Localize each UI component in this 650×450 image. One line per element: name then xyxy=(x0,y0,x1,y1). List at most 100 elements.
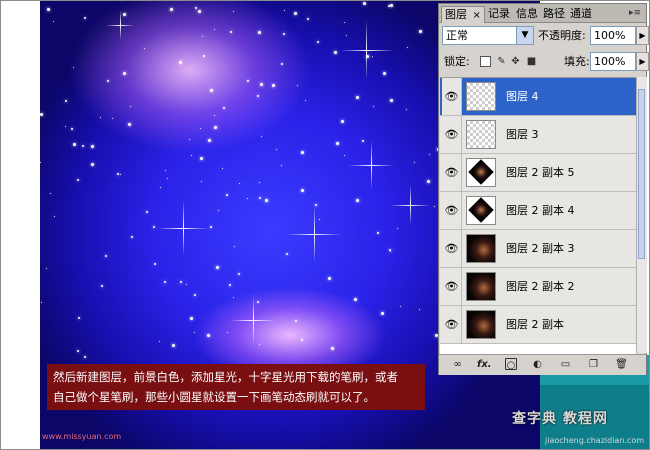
small-star xyxy=(397,228,398,229)
lock-brush-icon[interactable]: ✎ xyxy=(496,56,507,67)
lock-all-icon[interactable]: ■ xyxy=(526,56,537,67)
watermark: 查字典 教程网 xyxy=(512,411,608,427)
small-star xyxy=(294,12,297,15)
small-star xyxy=(419,309,420,310)
tab-info[interactable]: 信息 xyxy=(516,6,538,22)
page-margin xyxy=(1,1,40,449)
lock-transparency-icon[interactable] xyxy=(480,56,491,67)
blend-mode-select[interactable]: 正常 ▼ xyxy=(442,26,534,45)
layer-name: 图层 2 副本 5 xyxy=(506,166,575,179)
eye-icon[interactable]: 👁 xyxy=(442,268,462,305)
adjustment-icon[interactable]: ◐ xyxy=(531,358,544,371)
small-star xyxy=(239,183,240,184)
small-star xyxy=(305,100,306,101)
layer-row[interactable]: 👁 图层 2 副本 4 xyxy=(440,192,636,230)
eye-icon[interactable]: 👁 xyxy=(442,230,462,267)
mask-icon[interactable]: ○ xyxy=(505,358,517,371)
tab-layers[interactable]: 图层 × xyxy=(441,6,485,23)
small-star xyxy=(265,199,268,202)
small-star xyxy=(65,126,66,127)
small-star xyxy=(91,163,94,166)
small-star xyxy=(259,197,261,199)
small-star xyxy=(373,106,374,107)
small-star xyxy=(362,140,364,142)
layer-thumbnail xyxy=(466,196,496,225)
small-star xyxy=(112,118,113,119)
trash-icon[interactable]: 🗑 xyxy=(615,358,628,371)
small-star xyxy=(356,199,359,202)
eye-icon[interactable]: 👁 xyxy=(442,306,462,343)
layer-row[interactable]: 👁 图层 3 xyxy=(440,116,636,154)
small-star xyxy=(389,249,391,251)
layer-row[interactable]: 👁 图层 2 副本 3 xyxy=(440,230,636,268)
small-star xyxy=(281,63,283,65)
opacity-arrow-icon[interactable]: ▶ xyxy=(636,26,649,45)
caption-line: 自己做个星笔刷，那些小圆星就设置一下画笔动态刷就可以了。 xyxy=(53,390,375,404)
small-star xyxy=(73,67,74,68)
chevron-down-icon[interactable]: ▼ xyxy=(516,27,533,44)
tab-layers-label: 图层 xyxy=(445,8,467,21)
new-layer-icon[interactable]: ❐ xyxy=(587,358,600,371)
small-star xyxy=(229,284,231,286)
small-star xyxy=(101,285,103,287)
small-star xyxy=(71,128,73,130)
small-star xyxy=(84,17,86,19)
small-star xyxy=(186,284,187,285)
eye-icon[interactable]: 👁 xyxy=(442,154,462,191)
small-star xyxy=(78,317,80,319)
layer-row[interactable]: 👁 图层 4 xyxy=(440,78,636,116)
tab-channels[interactable]: 通道 xyxy=(570,6,592,22)
small-star xyxy=(259,344,260,345)
layer-list-scrollbar[interactable] xyxy=(636,77,647,353)
eye-icon[interactable]: 👁 xyxy=(442,78,462,115)
small-star xyxy=(203,55,205,57)
small-star xyxy=(223,107,225,109)
small-star xyxy=(180,281,182,283)
small-star xyxy=(207,334,210,337)
layers-panel: 图层 × 记录 信息 路径 通道 ▸≡ 正常 ▼ 不透明度: 100% ▶ 锁定… xyxy=(438,3,649,375)
small-star xyxy=(54,216,55,217)
small-star xyxy=(226,194,228,196)
small-star xyxy=(390,4,393,7)
tab-history[interactable]: 记录 xyxy=(488,6,510,22)
small-star xyxy=(200,128,201,129)
folder-icon[interactable]: ▭ xyxy=(559,358,572,371)
caption-line: 然后新建图层，前景白色，添加星光，十字星光用下载的笔刷，或者 xyxy=(53,370,398,384)
fx-icon[interactable]: fx. xyxy=(477,358,492,371)
link-icon[interactable]: ∞ xyxy=(451,358,464,371)
panel-menu-icon[interactable]: ▸≡ xyxy=(628,7,642,19)
small-star xyxy=(234,246,235,247)
small-star xyxy=(317,41,319,43)
small-star xyxy=(315,204,317,206)
small-star xyxy=(427,180,430,183)
blend-row: 正常 ▼ 不透明度: 100% ▶ xyxy=(442,26,649,48)
small-star xyxy=(218,210,219,211)
site-credit: www.missyuan.com xyxy=(42,432,122,441)
close-icon[interactable]: × xyxy=(473,10,481,21)
small-star xyxy=(356,96,359,99)
small-star xyxy=(198,10,201,13)
fill-input[interactable]: 100% xyxy=(590,52,636,71)
layer-row[interactable]: 👁 图层 2 副本 xyxy=(440,306,636,344)
small-star xyxy=(233,297,234,298)
small-star xyxy=(301,339,303,341)
opacity-input[interactable]: 100% xyxy=(590,26,636,45)
small-star xyxy=(84,356,86,358)
panel-tab-bar: 图层 × 记录 信息 路径 通道 ▸≡ xyxy=(439,4,646,23)
eye-icon[interactable]: 👁 xyxy=(442,116,462,153)
scrollbar-thumb[interactable] xyxy=(638,89,645,259)
small-star xyxy=(377,232,379,234)
small-star xyxy=(354,298,357,301)
small-star xyxy=(381,312,384,315)
layer-row[interactable]: 👁 图层 2 副本 5 xyxy=(440,154,636,192)
small-star xyxy=(388,5,390,7)
layer-name: 图层 4 xyxy=(506,90,539,103)
lock-move-icon[interactable]: ✥ xyxy=(510,56,521,67)
eye-icon[interactable]: 👁 xyxy=(442,192,462,229)
tab-paths[interactable]: 路径 xyxy=(543,6,565,22)
fill-arrow-icon[interactable]: ▶ xyxy=(636,52,649,71)
small-star xyxy=(247,198,248,199)
layer-row[interactable]: 👁 图层 2 副本 2 xyxy=(440,268,636,306)
small-star xyxy=(130,106,131,107)
small-star xyxy=(123,72,126,75)
